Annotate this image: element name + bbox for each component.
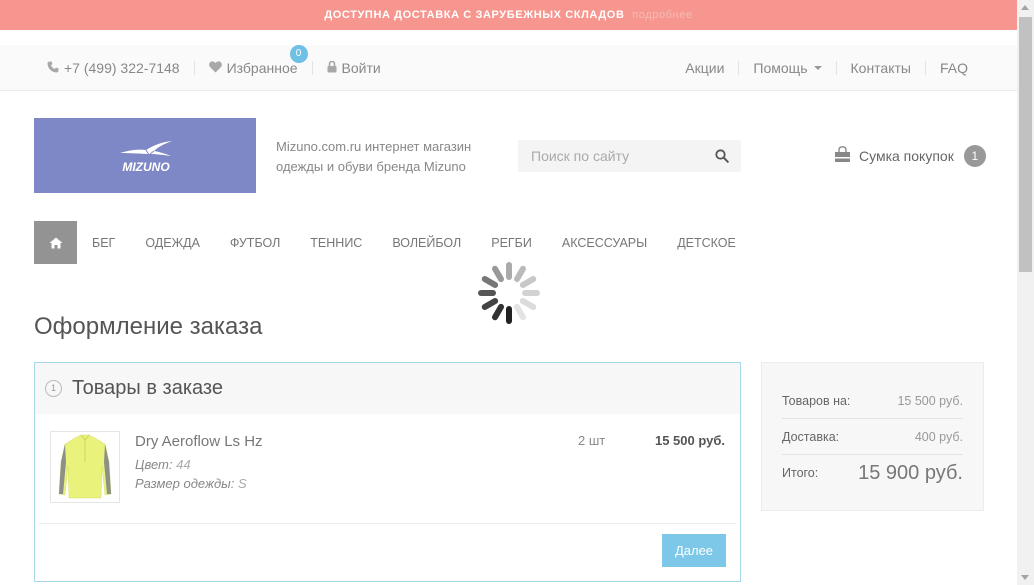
phone-icon [47,61,59,76]
divider [193,61,195,75]
nav-item-accessories[interactable]: АКСЕССУАРЫ [547,236,662,250]
order-summary-panel: Товаров на: 15 500 руб. Доставка: 400 ру… [761,362,984,511]
nav-item-rugby[interactable]: РЕГБИ [476,236,547,250]
cart-label: Сумка покупок [859,148,954,164]
divider [738,61,740,75]
product-size-value: S [237,476,247,491]
loading-spinner-icon [478,262,540,324]
summary-total-row: Итого: 15 900 руб. [782,455,963,491]
summary-delivery-row: Доставка: 400 руб. [782,419,963,455]
help-dropdown[interactable]: Помощь [753,60,822,76]
page-scrollbar[interactable] [1017,0,1034,585]
product-size: Размер одежды: S [135,476,247,491]
nav-item-running[interactable]: БЕГ [92,236,130,250]
help-label: Помощь [753,60,808,76]
favorites-link[interactable]: Избранное 0 [208,45,308,76]
spinner-segment [522,290,540,296]
promo-text: ДОСТУПНА ДОСТАВКА С ЗАРУБЕЖНЫХ СКЛАДОВ [324,9,625,21]
summary-items-value: 15 500 руб. [897,393,963,408]
mizuno-logo-icon: MIZUNO [120,141,172,174]
faq-label: FAQ [939,60,968,76]
promo-details-link[interactable]: подробнее [632,9,693,21]
spinner-segment [506,262,512,280]
promo-banner: ДОСТУПНА ДОСТАВКА С ЗАРУБЕЖНЫХ СКЛАДОВ п… [0,0,1017,30]
nav-item-clothing[interactable]: ОДЕЖДА [130,236,215,250]
search-box [518,140,741,172]
product-name-link[interactable]: Dry Aeroflow Ls Hz [135,433,263,450]
phone-number: +7 (499) 322-7148 [64,60,180,76]
spinner-segment [478,290,496,296]
scrollbar-thumb[interactable] [1019,17,1032,272]
order-items-title: Товары в заказе [72,377,223,399]
nav-item-football[interactable]: ФУТБОЛ [215,236,295,250]
login-link[interactable]: Войти [327,60,381,76]
product-color-label: Цвет: [135,457,173,472]
product-price: 15 500 руб. [654,433,725,448]
shopping-cart[interactable]: Сумка покупок 1 [834,144,986,168]
home-button[interactable] [34,221,77,264]
favorites-label: Избранное [226,60,298,76]
heart-icon [208,60,222,76]
faq-link[interactable]: FAQ [940,60,968,76]
search-icon[interactable] [715,149,729,163]
next-button[interactable]: Далее [662,534,726,567]
divider [311,61,313,75]
summary-delivery-label: Доставка: [782,429,840,444]
cart-count-badge: 1 [963,145,986,167]
nav-item-tennis[interactable]: ТЕННИС [295,236,377,250]
nav-item-kids[interactable]: ДЕТСКОЕ [662,236,751,250]
login-label: Войти [341,60,381,76]
contacts-label: Контакты [850,60,911,76]
home-icon [49,237,62,248]
product-color-value: 44 [176,457,191,472]
step-number-badge: 1 [45,380,62,397]
product-size-label: Размер одежды: [135,476,235,491]
product-image[interactable] [50,431,120,503]
summary-items-label: Товаров на: [782,393,851,408]
divider [39,523,736,524]
lock-icon [327,60,337,76]
summary-total-value: 15 900 руб. [858,461,963,484]
top-utility-bar: +7 (499) 322-7148 Избранное 0 Войти Акци… [0,45,1017,91]
contacts-link[interactable]: Контакты [851,60,911,76]
order-items-header: 1 Товары в заказе [35,363,740,414]
shopping-bag-icon [834,146,851,166]
search-input[interactable] [518,140,708,172]
site-logo[interactable]: MIZUNO [34,118,256,193]
spinner-segment [506,306,512,324]
main-nav: БЕГ ОДЕЖДА ФУТБОЛ ТЕННИС ВОЛЕЙБОЛ РЕГБИ … [34,221,751,264]
order-items-panel: 1 Товары в заказе Dry Aeroflow Ls Hz Цве… [34,362,741,582]
chevron-down-icon [813,66,822,70]
page-title: Оформление заказа [34,313,263,340]
product-quantity: 2 шт [578,433,606,448]
promotions-label: Акции [685,60,725,76]
summary-delivery-value: 400 руб. [914,429,963,444]
scroll-up-icon[interactable] [1021,5,1029,10]
favorites-count-badge: 0 [289,45,308,63]
logo-wordmark: MIZUNO [122,160,170,174]
divider [924,61,926,75]
product-color: Цвет: 44 [135,457,191,472]
summary-items-row: Товаров на: 15 500 руб. [782,383,963,419]
order-product-row: Dry Aeroflow Ls Hz Цвет: 44 Размер одежд… [50,431,725,505]
summary-total-label: Итого: [782,466,819,480]
nav-item-volleyball[interactable]: ВОЛЕЙБОЛ [377,236,476,250]
phone-link[interactable]: +7 (499) 322-7148 [47,60,180,76]
divider [835,61,837,75]
scroll-down-icon[interactable] [1021,575,1029,580]
promotions-link[interactable]: Акции [685,60,724,76]
site-tagline: Mizuno.com.ru интернет магазин одежды и … [276,139,472,174]
